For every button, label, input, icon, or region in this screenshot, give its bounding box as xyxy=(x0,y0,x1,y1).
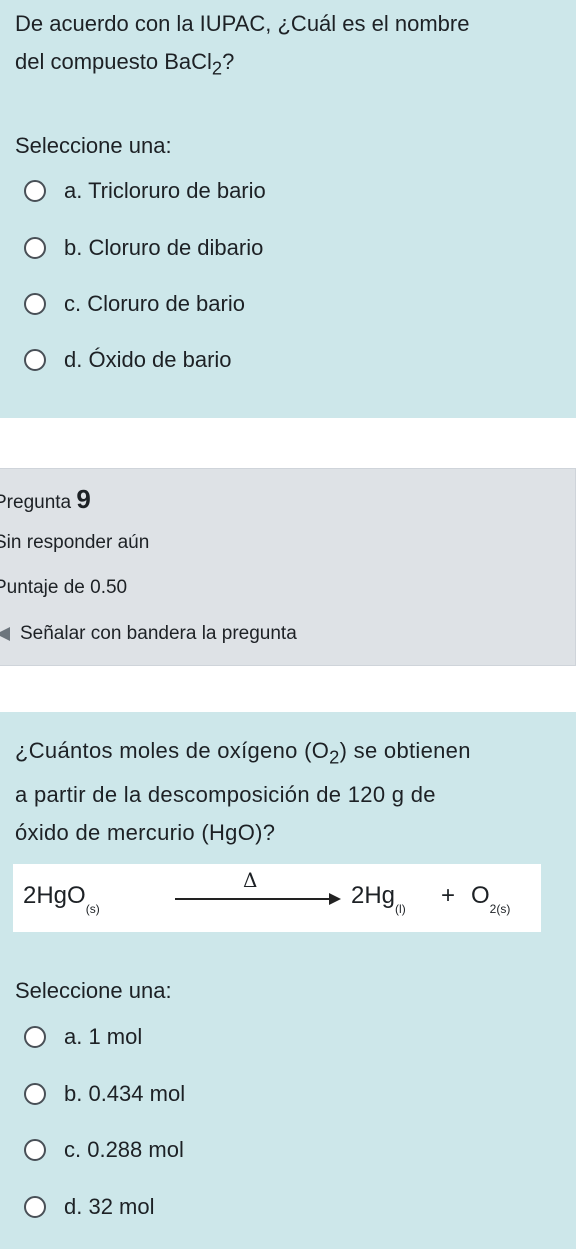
question-text-part: ¿Cuántos moles de oxígeno (O xyxy=(15,738,330,763)
radio-button[interactable] xyxy=(24,237,46,259)
question-mark: ? xyxy=(222,49,235,74)
radio-button[interactable] xyxy=(24,1026,46,1048)
answer-option-d[interactable]: d. Óxido de bario xyxy=(24,345,232,375)
flag-question-label: Señalar con bandera la pregunta xyxy=(20,623,297,644)
question-score: Puntaje de 0.50 xyxy=(0,577,128,598)
flag-question-link[interactable]: Señalar con bandera la pregunta xyxy=(0,623,297,645)
formula-subscript: 2 xyxy=(329,746,340,768)
plus-sign: + xyxy=(441,882,456,909)
radio-button[interactable] xyxy=(24,1083,46,1105)
question-status: Sin responder aún xyxy=(0,532,150,553)
question-info-panel: Pregunta 9 Sin responder aún Puntaje de … xyxy=(0,468,576,666)
question-text-line-2: a partir de la descomposición de 120 g d… xyxy=(15,782,436,808)
question-text-line-1: ¿Cuántos moles de oxígeno (O2) se obtien… xyxy=(15,732,556,776)
option-label: d. 32 mol xyxy=(64,1194,155,1219)
option-label: d. Óxido de bario xyxy=(64,347,232,372)
option-label: b. 0.434 mol xyxy=(64,1081,186,1106)
answer-option-c[interactable]: c. 0.288 mol xyxy=(24,1135,184,1165)
question-number: 9 xyxy=(76,484,91,514)
reaction-arrow xyxy=(175,898,335,900)
question-text-formula: del compuesto BaCl xyxy=(15,49,212,74)
radio-button[interactable] xyxy=(24,180,46,202)
option-label: a. Tricloruro de bario xyxy=(64,178,266,203)
product-mercury: 2Hg(l) xyxy=(351,882,406,916)
question-number-heading: Pregunta 9 xyxy=(0,484,91,515)
option-label: b. Cloruro de dibario xyxy=(64,235,264,260)
option-label: a. 1 mol xyxy=(64,1024,143,1049)
option-label: c. Cloruro de bario xyxy=(64,291,245,316)
question-label: Pregunta xyxy=(0,492,72,513)
product-formula: 2Hg xyxy=(351,882,396,909)
question-text: De acuerdo con la IUPAC, ¿Cuál es el nom… xyxy=(15,5,556,87)
answer-option-b[interactable]: b. 0.434 mol xyxy=(24,1079,185,1109)
question-8-block: De acuerdo con la IUPAC, ¿Cuál es el nom… xyxy=(0,0,576,418)
product-state: 2(s) xyxy=(489,902,511,916)
reactant: 2HgO(s) xyxy=(23,882,100,916)
question-text-line-3: óxido de mercurio (HgO)? xyxy=(15,820,276,846)
formula-subscript: 2 xyxy=(211,57,223,79)
product-oxygen: O2(s) xyxy=(471,882,510,916)
question-text-part: ) se obtienen xyxy=(339,738,471,763)
product-formula: O xyxy=(471,882,490,909)
radio-button[interactable] xyxy=(24,293,46,315)
answer-option-c[interactable]: c. Cloruro de bario xyxy=(24,289,245,319)
radio-button[interactable] xyxy=(24,1139,46,1161)
radio-button[interactable] xyxy=(24,349,46,371)
question-9-block: ¿Cuántos moles de oxígeno (O2) se obtien… xyxy=(0,712,576,1249)
question-text-line-1: De acuerdo con la IUPAC, ¿Cuál es el nom… xyxy=(15,11,470,36)
select-one-label: Seleccione una: xyxy=(15,978,172,1003)
heat-delta-symbol: Δ xyxy=(243,868,258,892)
question-text: ¿Cuántos moles de oxígeno (O2) se obtien… xyxy=(15,732,556,852)
answer-option-a[interactable]: a. 1 mol xyxy=(24,1022,142,1052)
product-state: (l) xyxy=(395,902,406,916)
option-label: c. 0.288 mol xyxy=(64,1137,184,1162)
answer-option-a[interactable]: a. Tricloruro de bario xyxy=(24,176,266,206)
answer-option-b[interactable]: b. Cloruro de dibario xyxy=(24,233,263,263)
reactant-formula: 2HgO xyxy=(23,882,86,909)
reactant-state: (s) xyxy=(85,902,100,916)
radio-button[interactable] xyxy=(24,1196,46,1218)
flag-icon xyxy=(0,626,10,641)
answer-option-d[interactable]: d. 32 mol xyxy=(24,1192,155,1222)
arrow-head-icon xyxy=(329,893,341,905)
chemical-equation-image: 2HgO(s) Δ 2Hg(l) + O2(s) xyxy=(13,864,541,932)
question-text-line-2: del compuesto BaCl2? xyxy=(15,43,556,87)
select-one-label: Seleccione una: xyxy=(15,133,172,158)
